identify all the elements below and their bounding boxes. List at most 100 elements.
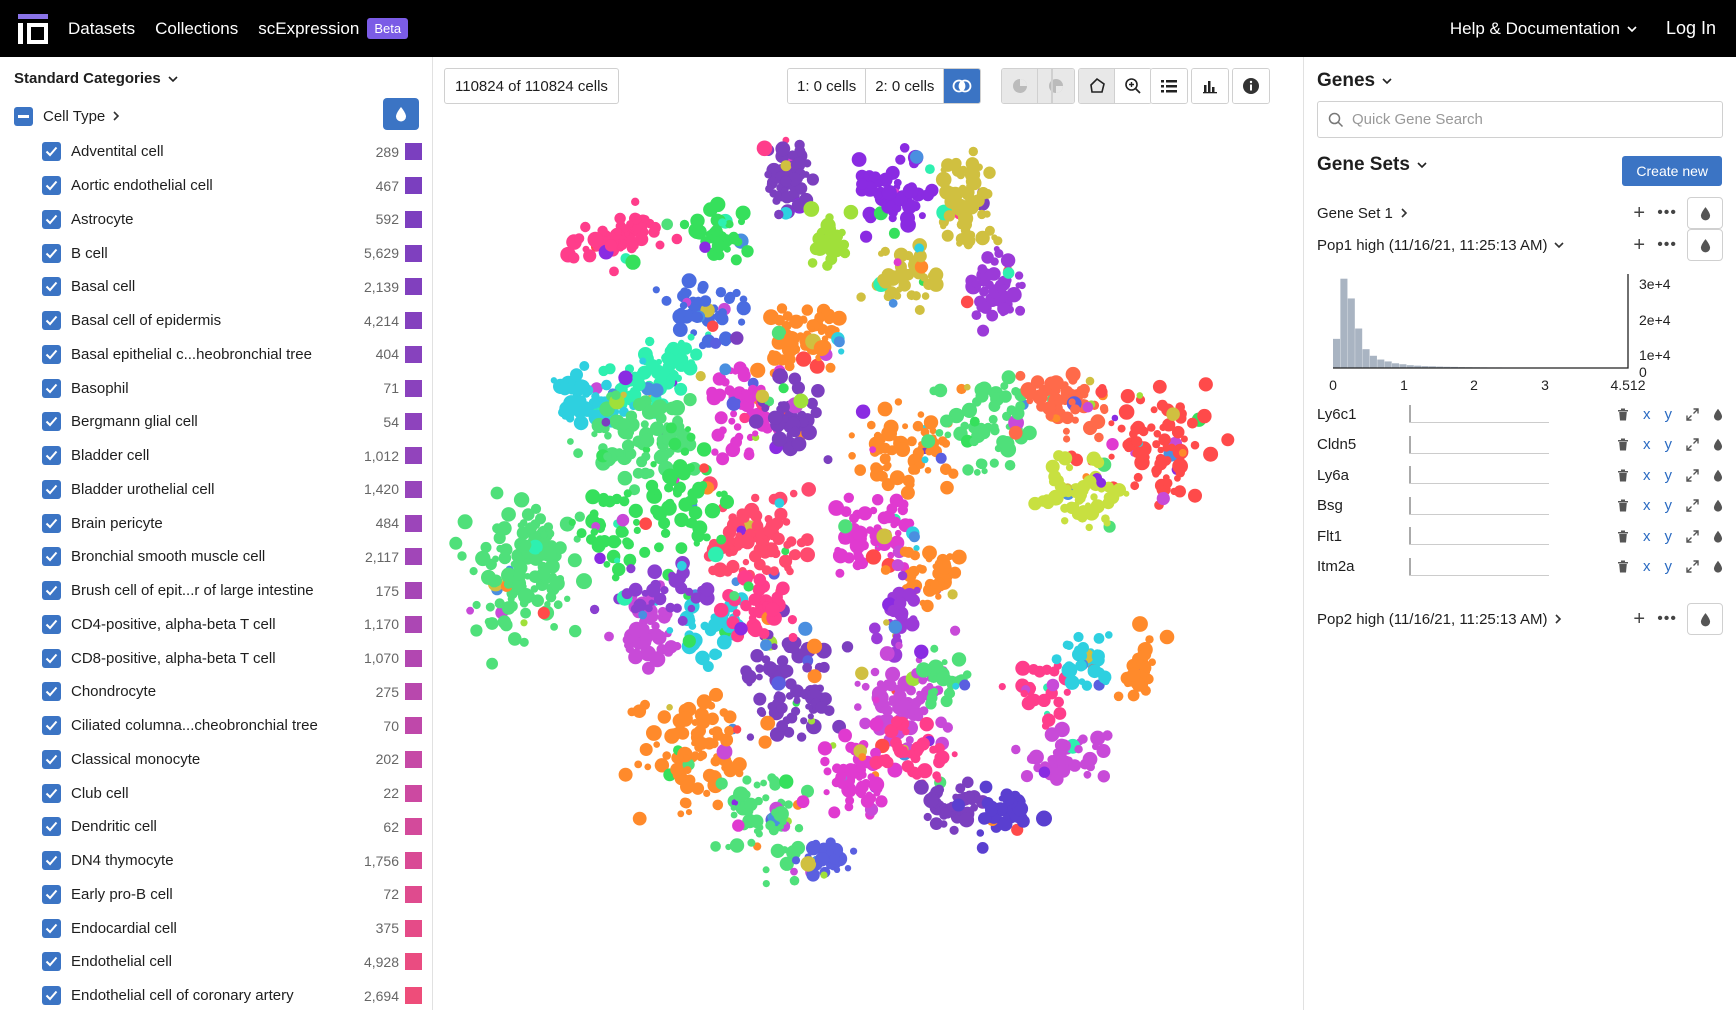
trash-icon[interactable] — [1617, 499, 1629, 512]
category-value-checkbox[interactable] — [42, 986, 61, 1006]
category-value-label[interactable]: Aortic endothelial cell — [71, 177, 339, 194]
more-options-button[interactable]: ••• — [1657, 236, 1677, 254]
trash-icon[interactable] — [1617, 530, 1629, 543]
category-value-label[interactable]: Adventital cell — [71, 143, 339, 160]
legend-button[interactable] — [1151, 69, 1187, 103]
gene-name[interactable]: Flt1 — [1317, 528, 1409, 545]
gene-name[interactable]: Itm2a — [1317, 558, 1409, 575]
category-value-label[interactable]: Bladder urothelial cell — [71, 481, 339, 498]
color-by-cell-type-button[interactable] — [383, 98, 419, 130]
category-value-label[interactable]: Endocardial cell — [71, 920, 339, 937]
embedding-scatterplot[interactable] — [434, 117, 1302, 1010]
more-options-button[interactable]: ••• — [1657, 610, 1677, 628]
trash-icon[interactable] — [1617, 438, 1629, 451]
category-value-checkbox[interactable] — [42, 412, 61, 432]
category-value-label[interactable]: DN4 thymocyte — [71, 852, 339, 869]
category-value-label[interactable]: B cell — [71, 245, 339, 262]
set-y-axis-button[interactable]: y — [1665, 467, 1673, 484]
category-value-checkbox[interactable] — [42, 209, 61, 229]
expand-icon[interactable] — [1686, 560, 1699, 573]
category-value-label[interactable]: Chondrocyte — [71, 683, 339, 700]
category-value-checkbox[interactable] — [42, 783, 61, 803]
droplet-icon[interactable] — [1713, 499, 1723, 512]
category-value-checkbox[interactable] — [42, 581, 61, 601]
trash-icon[interactable] — [1617, 408, 1629, 421]
add-gene-button[interactable]: + — [1631, 234, 1647, 257]
droplet-icon[interactable] — [1713, 469, 1723, 482]
category-value-checkbox[interactable] — [42, 378, 61, 398]
more-options-button[interactable]: ••• — [1657, 204, 1677, 222]
set-y-axis-button[interactable]: y — [1665, 436, 1673, 453]
quick-gene-search[interactable] — [1317, 101, 1723, 138]
category-value-label[interactable]: Basal cell of epidermis — [71, 312, 339, 329]
category-value-label[interactable]: Brush cell of epit...r of large intestin… — [71, 582, 339, 599]
category-value-checkbox[interactable] — [42, 817, 61, 837]
create-gene-set-button[interactable]: Create new — [1622, 156, 1722, 186]
add-gene-button[interactable]: + — [1631, 202, 1647, 225]
droplet-icon[interactable] — [1713, 438, 1723, 451]
category-value-checkbox[interactable] — [42, 749, 61, 769]
category-value-label[interactable]: Basophil — [71, 380, 339, 397]
login-link[interactable]: Log In — [1666, 18, 1716, 39]
category-value-checkbox[interactable] — [42, 851, 61, 871]
category-value-label[interactable]: CD4-positive, alpha-beta T cell — [71, 616, 339, 633]
gene-sets-header[interactable]: Gene Sets — [1317, 154, 1428, 176]
category-value-checkbox[interactable] — [42, 682, 61, 702]
gene-name[interactable]: Cldn5 — [1317, 436, 1409, 453]
trash-icon[interactable] — [1617, 560, 1629, 573]
color-by-gene-set-button[interactable] — [1687, 197, 1723, 229]
category-value-checkbox[interactable] — [42, 277, 61, 297]
gene-name[interactable]: Bsg — [1317, 497, 1409, 514]
lasso-mode-button[interactable] — [1079, 69, 1115, 103]
color-by-gene-set-button[interactable] — [1687, 229, 1723, 261]
gene-search-input[interactable] — [1352, 111, 1702, 128]
color-by-gene-set-button[interactable] — [1687, 603, 1723, 635]
expand-icon[interactable] — [1686, 438, 1699, 451]
nav-collections[interactable]: Collections — [155, 19, 238, 39]
info-button[interactable] — [1233, 69, 1269, 103]
category-value-checkbox[interactable] — [42, 344, 61, 364]
gene-name[interactable]: Ly6c1 — [1317, 406, 1409, 423]
trash-icon[interactable] — [1617, 469, 1629, 482]
set-y-axis-button[interactable]: y — [1665, 558, 1673, 575]
cellxgene-logo[interactable] — [18, 13, 48, 44]
set-x-axis-button[interactable]: x — [1643, 497, 1651, 514]
category-value-label[interactable]: Bergmann glial cell — [71, 413, 339, 430]
nav-scexpression[interactable]: scExpression — [258, 19, 359, 39]
gene-name[interactable]: Ly6a — [1317, 467, 1409, 484]
cell-type-label[interactable]: Cell Type — [43, 108, 105, 125]
category-value-label[interactable]: Dendritic cell — [71, 818, 339, 835]
subset-button[interactable] — [1002, 69, 1038, 103]
category-value-label[interactable]: Astrocyte — [71, 211, 339, 228]
expand-icon[interactable] — [1686, 468, 1699, 482]
category-value-checkbox[interactable] — [42, 243, 61, 263]
gene-set-toggle[interactable]: Pop1 high (11/16/21, 11:25:13 AM) — [1317, 237, 1565, 254]
category-value-label[interactable]: Early pro-B cell — [71, 886, 339, 903]
category-value-checkbox[interactable] — [42, 952, 61, 972]
droplet-icon[interactable] — [1713, 530, 1723, 543]
category-value-label[interactable]: CD8-positive, alpha-beta T cell — [71, 650, 339, 667]
category-value-checkbox[interactable] — [42, 311, 61, 331]
expand-icon[interactable] — [1686, 529, 1699, 543]
zoom-mode-button[interactable] — [1115, 69, 1151, 103]
category-value-label[interactable]: Bronchial smooth muscle cell — [71, 548, 339, 565]
reset-subset-button[interactable] — [1038, 69, 1074, 103]
expand-icon[interactable] — [1686, 407, 1699, 421]
category-value-label[interactable]: Basal cell — [71, 278, 339, 295]
set-x-axis-button[interactable]: x — [1643, 528, 1651, 545]
category-value-checkbox[interactable] — [42, 648, 61, 668]
chevron-right-icon[interactable] — [111, 110, 121, 122]
genes-header[interactable]: Genes — [1317, 70, 1393, 92]
standard-categories-header[interactable]: Standard Categories — [14, 70, 179, 87]
category-value-label[interactable]: Classical monocyte — [71, 751, 339, 768]
set-y-axis-button[interactable]: y — [1665, 497, 1673, 514]
nav-datasets[interactable]: Datasets — [68, 19, 135, 39]
set-x-axis-button[interactable]: x — [1643, 467, 1651, 484]
differential-expression-button[interactable] — [944, 69, 981, 103]
set-x-axis-button[interactable]: x — [1643, 436, 1651, 453]
gene-set-toggle[interactable]: Gene Set 1 — [1317, 205, 1409, 222]
category-value-checkbox[interactable] — [42, 513, 61, 533]
category-value-label[interactable]: Basal epithelial c...heobronchial tree — [71, 346, 339, 363]
category-value-checkbox[interactable] — [42, 716, 61, 736]
category-value-checkbox[interactable] — [42, 176, 61, 196]
